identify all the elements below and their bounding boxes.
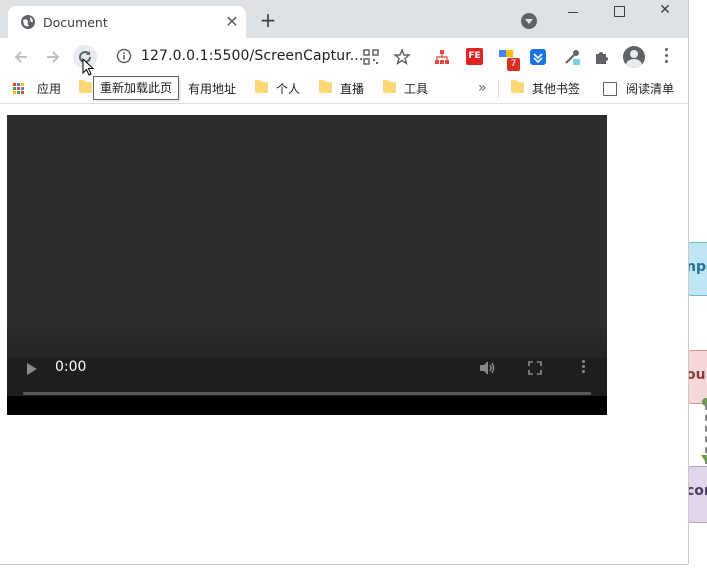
apps-icon[interactable] [13,83,25,95]
qr-code-icon[interactable] [362,48,380,66]
background-card: ou [688,350,707,404]
tab-search-icon[interactable] [521,13,537,29]
back-button[interactable] [9,45,33,69]
folder-icon [79,80,92,93]
reading-list-button[interactable]: 阅读清单 [626,81,674,97]
background-card-text: npo [689,259,707,275]
menu-icon[interactable] [663,48,669,66]
fullscreen-icon[interactable] [528,361,542,375]
bookmark-item[interactable]: 直播 [340,81,364,97]
title-bar: Document ✕ + ✕ [0,0,688,38]
close-window-button[interactable]: ✕ [642,2,688,20]
folder-icon [319,80,332,93]
connector-arrow [701,455,707,463]
reading-list-icon[interactable] [603,82,617,96]
seek-bar[interactable] [23,392,591,395]
star-icon[interactable] [393,48,411,66]
maximize-button[interactable] [596,2,642,20]
mouse-cursor-icon [82,58,94,76]
bookmarks-divider [498,80,499,98]
background-card: cor [688,466,707,523]
close-tab-icon[interactable]: ✕ [222,12,242,32]
background-window: npo ou cor [688,0,707,568]
video-more-icon[interactable] [581,360,585,375]
sitemap-extension-icon[interactable] [433,48,451,66]
info-icon[interactable] [116,48,132,64]
bookmark-item[interactable]: 个人 [276,81,300,97]
eyedropper-icon[interactable] [563,48,581,66]
folder-icon [383,80,396,93]
arrow-left-icon [14,51,27,63]
download-extension-icon[interactable] [529,48,547,66]
fe-extension-icon[interactable]: FE [466,48,483,65]
bookmark-item[interactable]: 有用地址 [188,81,236,97]
background-card-text: cor [689,483,707,499]
profile-avatar[interactable] [623,46,645,68]
more-bookmarks-icon[interactable]: » [478,80,487,96]
arrow-right-icon [47,51,60,63]
browser-window: Document ✕ + ✕ 127.0.0.1:5500/ScreenCapt… [0,0,688,564]
video-control-bar [7,358,607,388]
toolbar: 127.0.0.1:5500/ScreenCaptur... FE [0,38,688,75]
url-field[interactable]: 127.0.0.1:5500/ScreenCaptur... [141,48,363,64]
puzzle-icon[interactable] [593,48,611,66]
reload-tooltip: 重新加载此页 [93,76,180,100]
bookmark-item[interactable]: 工具 [404,81,428,97]
bookmark-other[interactable]: 其他书签 [532,81,580,97]
folder-icon [511,80,524,93]
video-player[interactable]: 0:00 [7,115,607,415]
current-time: 0:00 [55,359,87,375]
new-tab-button[interactable]: + [258,10,278,30]
bookmark-apps[interactable]: 应用 [37,81,61,97]
play-icon[interactable] [27,363,37,375]
extension-badge: 7 [507,58,520,71]
video-bottom-bar [7,396,607,415]
forward-button[interactable] [41,45,65,69]
background-card: npo [688,242,707,296]
volume-icon[interactable] [479,360,497,376]
background-card-text: ou [689,367,706,383]
folder-icon [255,80,268,93]
tab-document[interactable]: Document ✕ [8,6,246,38]
tab-title: Document [43,15,108,30]
globe-icon [21,15,35,29]
minimize-button[interactable] [550,2,596,20]
